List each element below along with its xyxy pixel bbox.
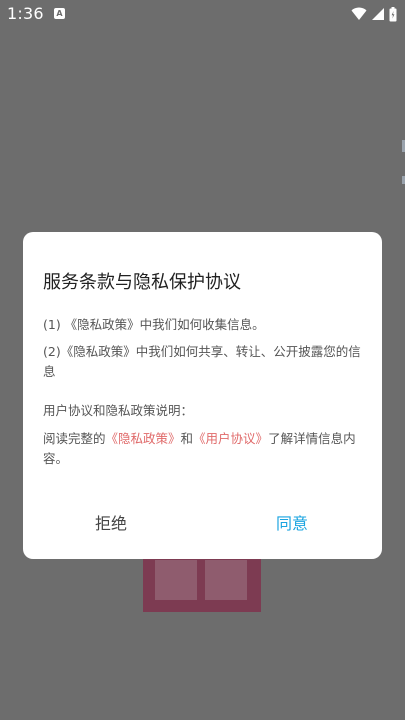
status-icons bbox=[351, 5, 397, 23]
battery-icon bbox=[389, 6, 397, 21]
agree-button[interactable]: 同意 bbox=[276, 510, 308, 534]
cellular-signal-icon bbox=[372, 8, 384, 20]
reject-button[interactable]: 拒绝 bbox=[95, 510, 127, 534]
privacy-policy-link[interactable]: 《隐私政策》 bbox=[106, 431, 181, 446]
privacy-item-share: (2)《隐私政策》中我们如何共享、转让、公开披露您的信息 bbox=[43, 344, 361, 379]
notification-a-icon: A bbox=[54, 8, 65, 19]
status-bar: 1:36 A bbox=[0, 0, 405, 28]
explain-text: 阅读完整的《隐私政策》和《用户协议》了解详情信息内容。 bbox=[43, 429, 365, 469]
explain-prefix: 阅读完整的 bbox=[43, 431, 106, 446]
explain-heading: 用户协议和隐私政策说明： bbox=[43, 403, 194, 418]
privacy-item-collect: (1) 《隐私政策》中我们如何收集信息。 bbox=[43, 317, 265, 332]
privacy-agreement-dialog: 服务条款与隐私保护协议 (1) 《隐私政策》中我们如何收集信息。 (2)《隐私政… bbox=[23, 232, 382, 559]
user-agreement-link[interactable]: 《用户协议》 bbox=[193, 431, 268, 446]
explain-conjunction: 和 bbox=[180, 431, 194, 446]
status-time: 1:36 bbox=[7, 4, 44, 23]
wifi-icon bbox=[351, 7, 367, 20]
dialog-title: 服务条款与隐私保护协议 bbox=[43, 272, 241, 293]
